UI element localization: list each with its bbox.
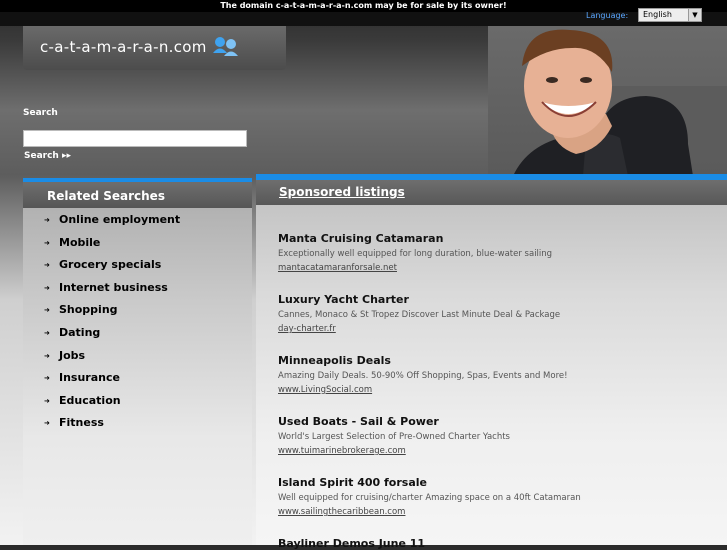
search-label: Search bbox=[23, 108, 58, 118]
listing-item[interactable]: Minneapolis Deals Amazing Daily Deals. 5… bbox=[278, 354, 718, 396]
people-icon bbox=[213, 37, 238, 56]
related-item-internet-business[interactable]: ➜ Internet business bbox=[23, 281, 252, 304]
smiling-man-image bbox=[513, 29, 693, 176]
language-label: Language: bbox=[586, 11, 629, 20]
related-item-grocery-specials[interactable]: ➜ Grocery specials bbox=[23, 258, 252, 281]
arrow-right-icon: ➜ bbox=[44, 261, 50, 270]
related-searches-title: Related Searches bbox=[47, 189, 165, 203]
related-item-fitness[interactable]: ➜ Fitness bbox=[23, 416, 252, 439]
listing-item[interactable]: Island Spirit 400 forsale Well equipped … bbox=[278, 476, 718, 518]
listing-description: Amazing Daily Deals. 50-90% Off Shopping… bbox=[278, 371, 568, 381]
related-item-jobs[interactable]: ➜ Jobs bbox=[23, 349, 252, 372]
listing-title[interactable]: Island Spirit 400 forsale bbox=[278, 476, 718, 489]
listing-description: Cannes, Monaco & St Tropez Discover Last… bbox=[278, 310, 561, 320]
logo-text: c-a-t-a-m-a-r-a-n.com bbox=[40, 38, 207, 56]
listing-description: World's Largest Selection of Pre-Owned C… bbox=[278, 432, 510, 442]
site-logo[interactable]: c-a-t-a-m-a-r-a-n.com bbox=[23, 26, 286, 70]
related-item-online-employment[interactable]: ➜ Online employment bbox=[23, 213, 252, 236]
arrow-right-icon: ➜ bbox=[44, 306, 50, 315]
related-item-education[interactable]: ➜ Education bbox=[23, 394, 252, 417]
arrow-right-icon: ➜ bbox=[44, 374, 50, 383]
sponsored-listings-panel: Sponsored listings Manta Cruising Catama… bbox=[256, 174, 727, 550]
listing-title[interactable]: Manta Cruising Catamaran bbox=[278, 232, 718, 245]
listing-item[interactable]: Used Boats - Sail & Power World's Larges… bbox=[278, 415, 718, 457]
arrow-right-icon: ➜ bbox=[44, 419, 50, 428]
search-button[interactable]: Search ▸▸ bbox=[24, 151, 71, 161]
arrow-right-icon: ➜ bbox=[44, 351, 50, 360]
hero-photo bbox=[488, 26, 727, 176]
arrow-right-icon: ➜ bbox=[44, 283, 50, 292]
language-select[interactable]: English ▼ bbox=[638, 8, 702, 22]
sponsored-listings-title[interactable]: Sponsored listings bbox=[279, 185, 405, 199]
listing-url[interactable]: day-charter.fr bbox=[278, 324, 718, 335]
listing-title[interactable]: Minneapolis Deals bbox=[278, 354, 718, 367]
related-item-dating[interactable]: ➜ Dating bbox=[23, 326, 252, 349]
related-item-mobile[interactable]: ➜ Mobile bbox=[23, 236, 252, 259]
sponsored-listings-header: Sponsored listings bbox=[256, 180, 727, 205]
listing-item[interactable]: Bayliner Demos June 11 bbox=[278, 537, 718, 550]
related-item-shopping[interactable]: ➜ Shopping bbox=[23, 303, 252, 326]
related-item-insurance[interactable]: ➜ Insurance bbox=[23, 371, 252, 394]
listing-description: Well equipped for cruising/charter Amazi… bbox=[278, 493, 581, 503]
arrow-right-icon: ➜ bbox=[44, 328, 50, 337]
search-input[interactable] bbox=[23, 130, 247, 147]
listing-title[interactable]: Used Boats - Sail & Power bbox=[278, 415, 718, 428]
related-searches-panel: Related Searches ➜ Online employment ➜ Mob… bbox=[23, 178, 252, 545]
related-searches-list: ➜ Online employment ➜ Mobile ➜ Grocery spec… bbox=[23, 213, 252, 439]
listing-description: Exceptionally well equipped for long dur… bbox=[278, 249, 553, 259]
listing-url[interactable]: www.sailingthecaribbean.com bbox=[278, 507, 718, 518]
arrow-right-icon: ➜ bbox=[44, 216, 50, 224]
related-searches-header: Related Searches bbox=[23, 182, 252, 208]
listing-item[interactable]: Manta Cruising Catamaran Exceptionally w… bbox=[278, 232, 718, 274]
listing-url[interactable]: www.LivingSocial.com bbox=[278, 385, 718, 396]
language-selected-value: English bbox=[643, 10, 672, 19]
arrow-right-icon: ➜ bbox=[44, 396, 50, 405]
listing-url[interactable]: mantacatamaranforsale.net bbox=[278, 263, 718, 274]
listing-title[interactable]: Bayliner Demos June 11 bbox=[278, 537, 718, 550]
listing-url[interactable]: www.tuimarinebrokerage.com bbox=[278, 446, 718, 457]
listing-title[interactable]: Luxury Yacht Charter bbox=[278, 293, 718, 306]
chevron-down-icon[interactable]: ▼ bbox=[688, 9, 701, 21]
arrow-right-icon: ➜ bbox=[44, 238, 50, 247]
listing-item[interactable]: Luxury Yacht Charter Cannes, Monaco & St… bbox=[278, 293, 718, 335]
